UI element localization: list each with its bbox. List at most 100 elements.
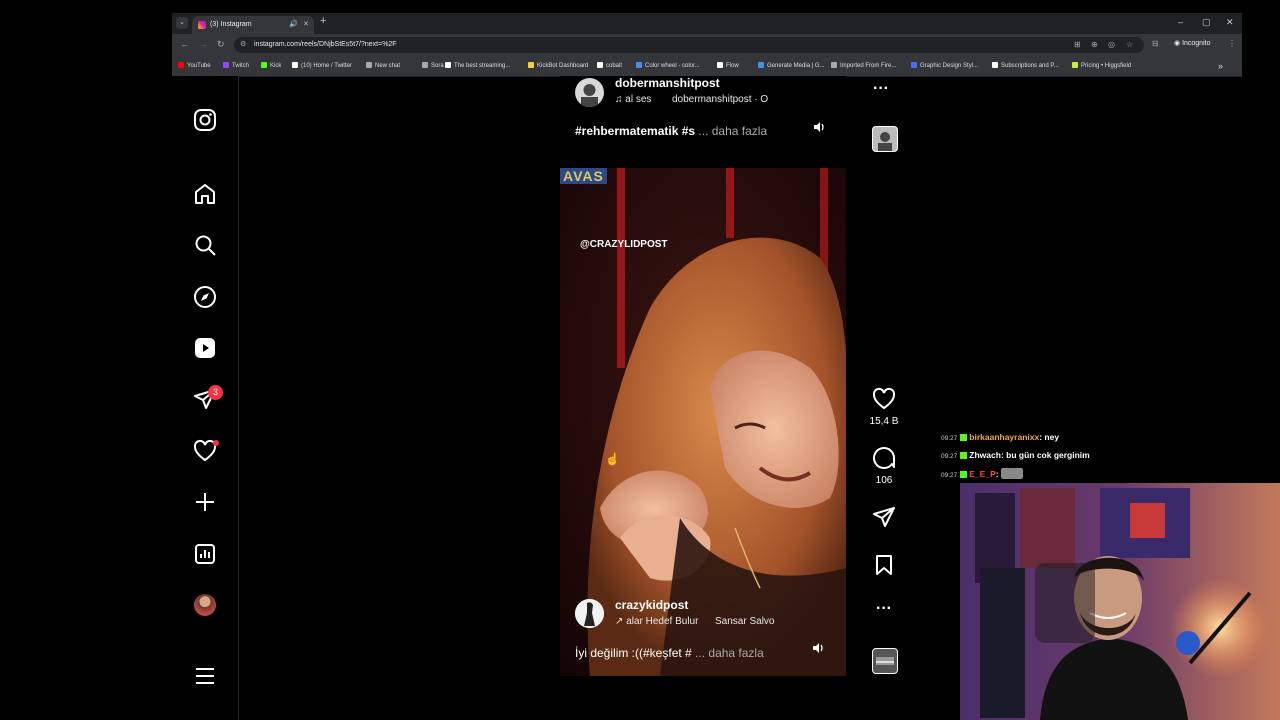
current-reel-volume-icon[interactable]	[811, 641, 825, 655]
bookmark-favicon-icon	[178, 62, 184, 68]
zoom-icon[interactable]: ⊕	[1091, 40, 1098, 49]
bookmark-item[interactable]: Twitch	[223, 56, 249, 76]
dashboard-icon[interactable]	[193, 542, 217, 566]
reels-icon[interactable]	[193, 336, 217, 360]
bookmark-label: Generate Media | G...	[767, 63, 825, 69]
share-icon[interactable]	[872, 505, 896, 534]
bookmark-favicon-icon	[366, 62, 372, 68]
reel-audio-user[interactable]: dobermanshitpost · O	[672, 94, 768, 105]
bookmark-item[interactable]: Kick	[261, 56, 281, 76]
incognito-icon: ◉	[1174, 40, 1183, 47]
bookmark-favicon-icon	[261, 62, 267, 68]
notifications-dot	[213, 440, 219, 446]
current-reel-author-avatar[interactable]	[575, 599, 604, 628]
incognito-label: Incognito	[1182, 40, 1211, 47]
current-reel-caption-more[interactable]: ... daha fazla	[695, 646, 764, 660]
bookmark-label: Graphic Design Styl...	[920, 63, 979, 69]
current-reel-username[interactable]: crazykidpost	[615, 598, 688, 612]
save-icon[interactable]	[872, 553, 896, 582]
close-window-button[interactable]: ✕	[1226, 17, 1234, 28]
bookmark-item[interactable]: Color wheel - color...	[636, 56, 700, 76]
instagram-logo-icon[interactable]	[193, 108, 217, 132]
bookmark-label: Pricing • Higgsfield	[1081, 63, 1132, 69]
bookmark-item[interactable]: New chat	[366, 56, 400, 76]
current-reel-audio-title: alar Hedef Bulur	[626, 616, 699, 627]
bookmark-item[interactable]: The best streaming...	[445, 56, 510, 76]
comment-icon[interactable]	[872, 446, 896, 475]
previous-reel[interactable]: dobermanshitpost ♫ al ses dobermanshitpo…	[560, 76, 846, 146]
reload-button[interactable]: ↻	[217, 39, 225, 50]
new-tab-button[interactable]: +	[320, 15, 326, 27]
bookmark-star-icon[interactable]: ☆	[1126, 40, 1133, 49]
chat-time: 09:27	[941, 472, 958, 479]
music-note-icon: ♫	[615, 94, 626, 105]
site-info-icon[interactable]: ⚙	[240, 40, 246, 48]
bookmark-favicon-icon	[445, 62, 451, 68]
bookmark-item[interactable]: KickBot Dashboard	[528, 56, 588, 76]
bookmark-item[interactable]: Subscriptions and P...	[992, 56, 1059, 76]
bookmark-item[interactable]: Generate Media | G...	[758, 56, 825, 76]
reel-caption[interactable]: #rehbermatematik #s ... daha fazla	[575, 124, 767, 138]
create-icon[interactable]	[193, 490, 217, 514]
reel-author-avatar[interactable]	[575, 78, 604, 107]
messages-badge: 3	[208, 385, 223, 400]
bookmark-label: Kick	[270, 63, 282, 69]
bookmark-item[interactable]: Sora	[422, 56, 444, 76]
like-icon[interactable]	[872, 387, 896, 416]
bookmark-favicon-icon	[717, 62, 723, 68]
minimize-button[interactable]: –	[1178, 17, 1183, 27]
explore-icon[interactable]	[193, 285, 217, 309]
incognito-indicator[interactable]: ◉ Incognito	[1174, 39, 1210, 47]
tab-title: (3) Instagram	[210, 21, 252, 28]
tracking-protection-icon[interactable]: ◎	[1108, 40, 1115, 49]
bookmarks-bar: YouTube Twitch Kick (10) Home / Twitter New …	[172, 56, 1242, 77]
tab-close-icon[interactable]: ✕	[303, 16, 309, 34]
back-button[interactable]: ←	[180, 39, 189, 49]
kick-icon	[960, 471, 968, 478]
bookmark-label: cobalt	[606, 63, 623, 69]
bookmark-item[interactable]: (10) Home / Twitter	[292, 56, 352, 76]
bookmark-item[interactable]: Flow	[717, 56, 739, 76]
current-reel-caption[interactable]: İyi değilim :((#keşfet # ... daha fazla	[575, 646, 764, 660]
more-bookmarks-icon[interactable]: »	[1218, 56, 1223, 76]
bookmark-item[interactable]: Graphic Design Styl...	[911, 56, 978, 76]
tab-instagram[interactable]: (3) Instagram 🔊 ✕	[192, 16, 314, 34]
bookmark-label: New chat	[375, 63, 401, 69]
bookmark-item[interactable]: cobalt	[597, 56, 622, 76]
tab-audio-icon[interactable]: 🔊	[289, 16, 298, 34]
address-bar[interactable]: ⚙ instagram.com/reels/DNjbStEs5t7/?next=…	[234, 37, 1144, 53]
audio-thumbnail[interactable]	[872, 648, 898, 674]
profile-avatar[interactable]	[194, 594, 216, 616]
reel-more-icon[interactable]: ···	[872, 600, 896, 618]
bookmark-label: KickBot Dashboard	[537, 63, 589, 69]
reel-author-username[interactable]: dobermanshitpost	[615, 76, 720, 90]
maximize-button[interactable]: ▢	[1202, 17, 1211, 28]
bookmark-item[interactable]: YouTube	[178, 56, 211, 76]
chat-message: 09:27 E_E_P:	[941, 468, 1023, 479]
chat-emote	[1000, 468, 1023, 479]
forward-button[interactable]: →	[199, 39, 208, 49]
current-reel-audio[interactable]: ↗ alar Hedef Bulur	[615, 616, 698, 627]
volume-icon[interactable]	[812, 120, 826, 134]
top-reel-more-icon[interactable]: ···	[873, 80, 889, 98]
top-reel-audio-thumbnail[interactable]	[872, 126, 898, 152]
url-text: instagram.com/reels/DNjbStEs5t7/?next=%2…	[254, 41, 397, 48]
bookmark-item[interactable]: Pricing • Higgsfield	[1072, 56, 1131, 76]
bookmark-label: (10) Home / Twitter	[301, 63, 352, 69]
more-menu-icon[interactable]	[193, 664, 217, 688]
bookmark-item[interactable]: Imported From Fire...	[831, 56, 896, 76]
translate-icon[interactable]: ⊞	[1074, 40, 1081, 49]
bookmark-favicon-icon	[636, 62, 642, 68]
reel-audio[interactable]: ♫ al ses	[615, 94, 651, 105]
tab-search-button[interactable]: ⌄	[176, 17, 188, 29]
bookmark-favicon-icon	[992, 62, 998, 68]
home-icon[interactable]	[193, 182, 217, 206]
browser-toolbar: ← → ↻ ⚙ instagram.com/reels/DNjbStEs5t7/…	[172, 34, 1242, 56]
extensions-icon[interactable]: ⊟	[1152, 39, 1159, 48]
current-reel-audio-user[interactable]: Sansar Salvo	[715, 616, 774, 627]
browser-menu-icon[interactable]: ⋮	[1228, 39, 1236, 48]
reel-caption-more[interactable]: ... daha fazla	[698, 124, 767, 138]
chat-text: ney	[1044, 432, 1060, 442]
search-icon[interactable]	[193, 233, 217, 257]
reel-video[interactable]: AVAS @CRAZYLIDPOST	[560, 168, 846, 676]
